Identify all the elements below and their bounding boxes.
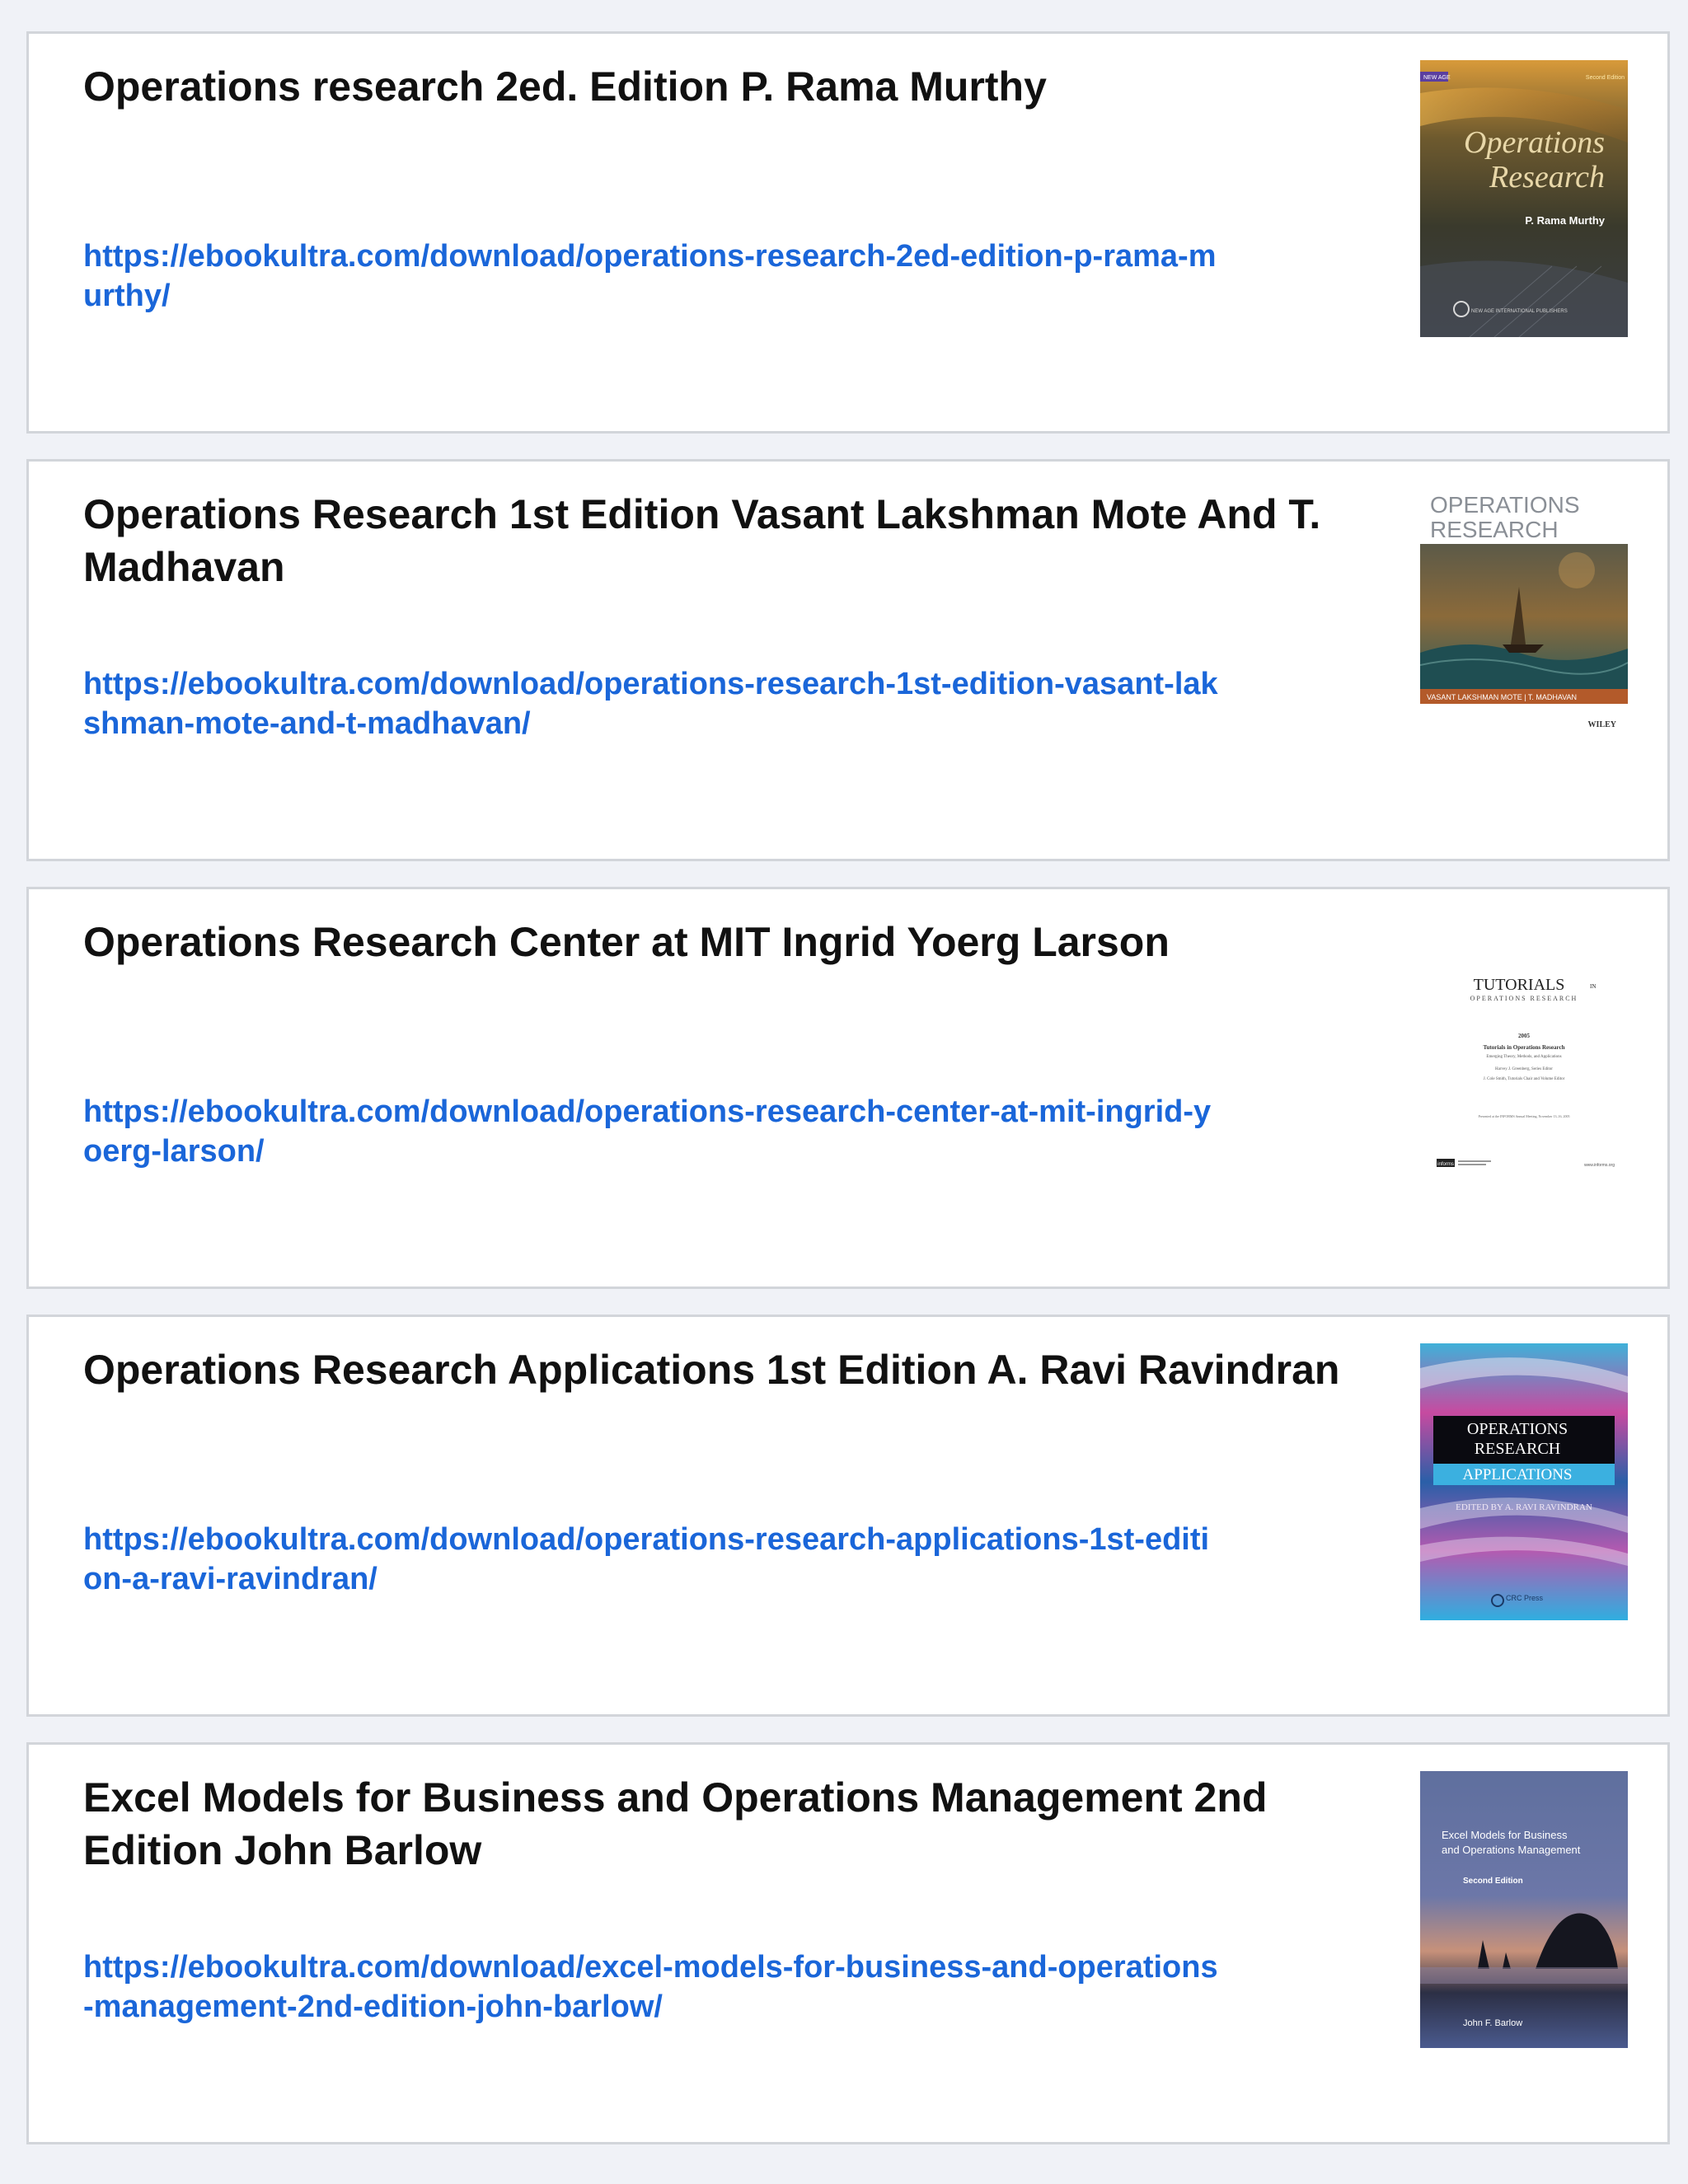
result-link[interactable]: https://ebookultra.com/download/operatio… xyxy=(83,1520,1221,1599)
cover-heading: Tutorials in Operations Research xyxy=(1484,1044,1565,1051)
result-link[interactable]: https://ebookultra.com/download/operatio… xyxy=(83,664,1221,743)
result-link[interactable]: https://ebookultra.com/download/excel-mo… xyxy=(83,1947,1221,2027)
cover-editor-line2: J. Cole Smith, Tutorials Chair and Volum… xyxy=(1484,1077,1565,1081)
cover-title-line1: Excel Models for Business xyxy=(1442,1829,1568,1841)
result-card: Operations Research Center at MIT Ingrid… xyxy=(26,887,1670,1289)
cover-year: 2005 xyxy=(1518,1033,1531,1039)
book-cover-image[interactable]: OPERATIONS RESEARCH APPLICATIONS EDITED … xyxy=(1420,1343,1628,1620)
cover-title-line2: RESEARCH xyxy=(1475,1440,1560,1458)
cover-subtitle: OPERATIONS RESEARCH xyxy=(1470,995,1578,1002)
book-cover-image[interactable]: TUTORIALS IN OPERATIONS RESEARCH 2005 Tu… xyxy=(1420,916,1628,1193)
result-card: Operations Research 1st Edition Vasant L… xyxy=(26,459,1670,861)
cover-authors: VASANT LAKSHMAN MOTE | T. MADHAVAN xyxy=(1427,693,1577,701)
cover-edition: Second Edition xyxy=(1463,1877,1523,1886)
cover-publisher: WILEY xyxy=(1588,720,1617,729)
cover-title-line2: Research xyxy=(1489,160,1605,194)
cover-publisher: NEW AGE INTERNATIONAL PUBLISHERS xyxy=(1471,309,1568,314)
cover-tag-left: NEW AGE xyxy=(1423,75,1451,81)
book-cover-image[interactable]: Excel Models for Business and Operations… xyxy=(1420,1771,1628,2048)
book-cover-image[interactable]: OPERATIONS RESEARCH VASANT LAKSHMAN MOTE… xyxy=(1420,488,1628,765)
cover-title-line3: APPLICATIONS xyxy=(1462,1466,1572,1483)
result-link[interactable]: https://ebookultra.com/download/operatio… xyxy=(83,237,1221,316)
cover-title-line2: RESEARCH xyxy=(1430,517,1559,542)
cover-title-line1: OPERATIONS xyxy=(1467,1420,1568,1438)
cover-author: P. Rama Murthy xyxy=(1525,214,1605,227)
result-card: Operations research 2ed. Edition P. Rama… xyxy=(26,31,1670,434)
cover-author: John F. Barlow xyxy=(1463,2018,1522,2028)
cover-editor: EDITED BY A. RAVI RAVINDRAN xyxy=(1456,1502,1592,1512)
cover-footer-logo: informs xyxy=(1437,1162,1454,1167)
result-title[interactable]: Operations Research Applications 1st Edi… xyxy=(83,1343,1402,1396)
cover-tag-right: Second Edition xyxy=(1586,75,1625,81)
result-card: Excel Models for Business and Operations… xyxy=(26,1742,1670,2144)
result-title[interactable]: Operations Research 1st Edition Vasant L… xyxy=(83,488,1402,593)
cover-subheading: Emerging Theory, Methods, and Applicatio… xyxy=(1486,1055,1561,1059)
cover-title-line1: Operations xyxy=(1464,125,1605,160)
cover-title-suffix: IN xyxy=(1590,983,1596,990)
cover-title: TUTORIALS xyxy=(1474,976,1565,994)
cover-title-line1: OPERATIONS xyxy=(1430,492,1580,518)
book-cover-image[interactable]: NEW AGE Second Edition Operations Resear… xyxy=(1420,60,1628,337)
cover-footer-url: www.informs.org xyxy=(1584,1163,1615,1168)
cover-title-line2: and Operations Management xyxy=(1442,1844,1581,1856)
cover-publisher: CRC Press xyxy=(1506,1594,1544,1602)
result-title[interactable]: Operations research 2ed. Edition P. Rama… xyxy=(83,60,1402,113)
result-title[interactable]: Operations Research Center at MIT Ingrid… xyxy=(83,916,1402,968)
result-title[interactable]: Excel Models for Business and Operations… xyxy=(83,1771,1402,1877)
cover-editor-line1: Harvey J. Greenberg, Series Editor xyxy=(1495,1067,1553,1071)
results-list: Operations research 2ed. Edition P. Rama… xyxy=(26,31,1670,2170)
result-card: Operations Research Applications 1st Edi… xyxy=(26,1315,1670,1717)
result-link[interactable]: https://ebookultra.com/download/operatio… xyxy=(83,1092,1221,1171)
